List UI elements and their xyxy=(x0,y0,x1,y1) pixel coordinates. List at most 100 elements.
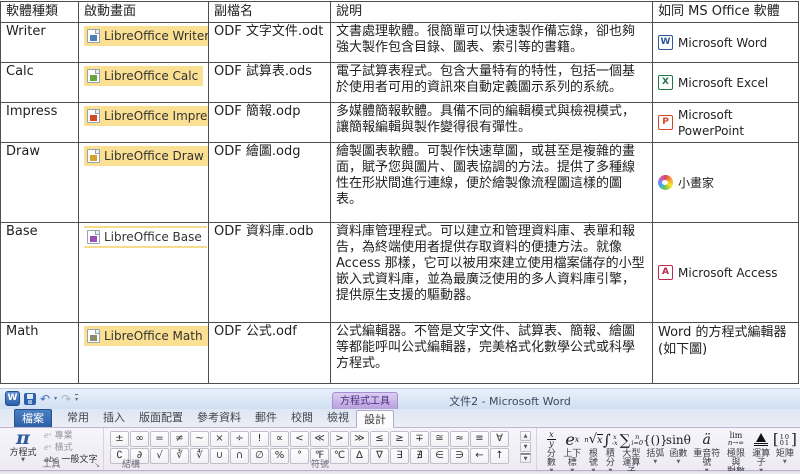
symbol-button[interactable]: ± xyxy=(110,431,129,447)
launcher-label: LibreOffice Writer xyxy=(104,28,209,44)
tab-設計[interactable]: 設計 xyxy=(356,410,394,428)
column-header: 啟動畫面 xyxy=(79,2,209,23)
tab-參考資料[interactable]: 參考資料 xyxy=(190,409,248,427)
column-header: 說明 xyxy=(331,2,653,23)
column-header: 副檔名 xyxy=(209,2,331,23)
structure-矩陣[interactable]: [1001]矩陣▼ xyxy=(774,430,796,465)
paint-palette-icon xyxy=(658,175,673,190)
structure-label: 括弧 xyxy=(646,450,664,459)
draw-app-icon xyxy=(87,149,100,163)
structure-上下標[interactable]: ex上下標▼ xyxy=(560,430,585,474)
symbol-button[interactable]: ≅ xyxy=(430,431,449,447)
redo-icon[interactable]: ↷ xyxy=(61,393,71,405)
tab-校閱[interactable]: 校閱 xyxy=(284,409,320,427)
gallery-scroll-up-icon[interactable]: ▲ xyxy=(520,431,531,441)
description: 電子試算表程式。包含大量特有的特性，包括一個基於使用者可用的資訊來自動定義圖示系… xyxy=(331,63,653,103)
launcher-item: LibreOffice Impress xyxy=(84,106,209,126)
launcher-item: LibreOffice Writer xyxy=(84,26,209,46)
microsoft-excel-icon: X xyxy=(658,75,673,90)
tab-郵件[interactable]: 郵件 xyxy=(248,409,284,427)
file-extension: ODF 試算表.ods xyxy=(209,63,331,103)
structure-glyph: n√x xyxy=(584,430,602,449)
ms-equivalent-cell: X Microsoft Excel xyxy=(653,63,799,103)
symbol-button[interactable]: ∓ xyxy=(410,431,429,447)
undo-icon[interactable]: ↶ xyxy=(40,393,50,405)
format-icon: eˣ xyxy=(44,443,52,453)
tab-檔案[interactable]: 檔案 xyxy=(14,409,52,427)
symbol-button[interactable]: ∞ xyxy=(130,431,149,447)
structure-label: 重音符號 xyxy=(690,450,723,468)
software-name: Draw xyxy=(1,143,79,223)
symbol-button[interactable]: ÷ xyxy=(230,431,249,447)
ms-app-label: Microsoft Excel xyxy=(678,75,768,91)
page: 軟體種類啟動畫面副檔名說明如同 MS Office 軟體 WriterLibre… xyxy=(0,1,800,474)
window-title: 文件2 - Microsoft Word xyxy=(220,393,800,409)
ms-app-label: Microsoft PowerPoint xyxy=(678,107,793,139)
structure-極限與對數[interactable]: limn→∞極限與 對數▼ xyxy=(723,430,748,474)
ms-equivalent-cell: AMicrosoft Access xyxy=(653,223,799,323)
software-name: Math xyxy=(1,323,79,384)
table-row: CalcLibreOffice CalcODF 試算表.ods電子試算表程式。包… xyxy=(1,63,799,103)
symbol-button[interactable]: ! xyxy=(250,431,269,447)
symbol-button[interactable]: ≡ xyxy=(470,431,489,447)
file-extension: ODF 文字文件.odt xyxy=(209,23,331,63)
symbol-button[interactable]: > xyxy=(330,431,349,447)
symbol-button[interactable]: × xyxy=(210,431,229,447)
software-name: Writer xyxy=(1,23,79,63)
symbol-button[interactable]: < xyxy=(290,431,309,447)
structure-分數[interactable]: xy分數▼ xyxy=(543,430,560,474)
structure-括弧[interactable]: {()}括弧▼ xyxy=(644,430,667,465)
word-app-icon[interactable]: W xyxy=(5,391,20,406)
structure-根號[interactable]: n√x根號▼ xyxy=(585,430,602,474)
symbol-button[interactable]: ≈ xyxy=(450,431,469,447)
tab-插入[interactable]: 插入 xyxy=(96,409,132,427)
symbol-button[interactable]: ≪ xyxy=(310,431,329,447)
software-name: Base xyxy=(1,223,79,323)
structure-積分[interactable]: ∫x-x積分▼ xyxy=(602,430,619,474)
symbol-button[interactable]: ~ xyxy=(190,431,209,447)
description: 多媒體簡報軟體。具備不同的編輯模式與檢視模式，讓簡報編輯與製作變得很有彈性。 xyxy=(331,103,653,143)
save-icon[interactable] xyxy=(24,393,36,405)
ms-equivalent-cell: 小畫家 xyxy=(653,143,799,223)
tool-option-label: 橫式 xyxy=(55,443,73,453)
launcher-item: LibreOffice Math xyxy=(84,326,208,346)
ms-equivalent-text: Word 的方程式編輯器 xyxy=(658,324,793,341)
structure-label: 上下標 xyxy=(560,450,585,468)
gallery-scroll-down-icon[interactable]: ▼ xyxy=(520,442,531,452)
table-row: DrawLibreOffice DrawODF 繪圖.odg繪製圖表軟體。可製作… xyxy=(1,143,799,223)
structure-glyph: ∑ni=0 xyxy=(620,430,643,449)
tab-版面配置[interactable]: 版面配置 xyxy=(132,409,190,427)
structure-glyph: ex xyxy=(565,430,579,449)
structure-dropdown-icon: ▼ xyxy=(653,460,657,465)
ms-equivalent-cell: Word 的方程式編輯器(如下圖) xyxy=(653,323,799,384)
table-row: ImpressLibreOffice ImpressODF 簡報.odp多媒體簡… xyxy=(1,103,799,143)
symbol-button[interactable]: ≠ xyxy=(170,431,189,447)
symbol-button[interactable]: ≫ xyxy=(350,431,369,447)
tab-檢視[interactable]: 檢視 xyxy=(320,409,356,427)
symbol-button[interactable]: ∀ xyxy=(490,431,509,447)
tab-常用[interactable]: 常用 xyxy=(60,409,96,427)
writer-app-icon xyxy=(87,29,100,43)
symbol-button[interactable]: = xyxy=(150,431,169,447)
symbol-button[interactable]: ≤ xyxy=(370,431,389,447)
tool-option-1[interactable]: eˣ專業 xyxy=(44,431,104,441)
launcher-label: LibreOffice Calc xyxy=(104,68,198,84)
equation-button[interactable]: π 方程式 ▼ xyxy=(4,429,42,463)
tool-option-2[interactable]: eˣ橫式 xyxy=(44,443,104,453)
gallery-scrollbar: ▲ ▼ ▼ xyxy=(520,431,531,463)
structure-函數[interactable]: sinθ函數▼ xyxy=(667,430,690,465)
word-ribbon-screenshot: W ↶ ▾ ↷ ▾ 方程式工具 文件2 - Microsoft Word 檔案常… xyxy=(0,388,800,471)
undo-dropdown-icon[interactable]: ▾ xyxy=(54,395,57,402)
ms-equivalent-cell: PMicrosoft PowerPoint xyxy=(653,103,799,143)
qat-customize-icon[interactable]: ▾ xyxy=(75,394,78,403)
file-extension: ODF 資料庫.odb xyxy=(209,223,331,323)
structure-運算子[interactable]: 運算子▼ xyxy=(749,430,774,474)
structure-重音符號[interactable]: ä重音符號▼ xyxy=(690,430,723,474)
launcher-label: LibreOffice Draw xyxy=(104,148,204,164)
symbol-button[interactable]: ∝ xyxy=(270,431,289,447)
software-name: Impress xyxy=(1,103,79,143)
launcher-label: LibreOffice Base xyxy=(104,229,202,245)
structure-大型運算子[interactable]: ∑ni=0大型 運算子▼ xyxy=(619,430,644,474)
microsoft-access-icon: A xyxy=(658,265,673,280)
symbol-button[interactable]: ≥ xyxy=(390,431,409,447)
